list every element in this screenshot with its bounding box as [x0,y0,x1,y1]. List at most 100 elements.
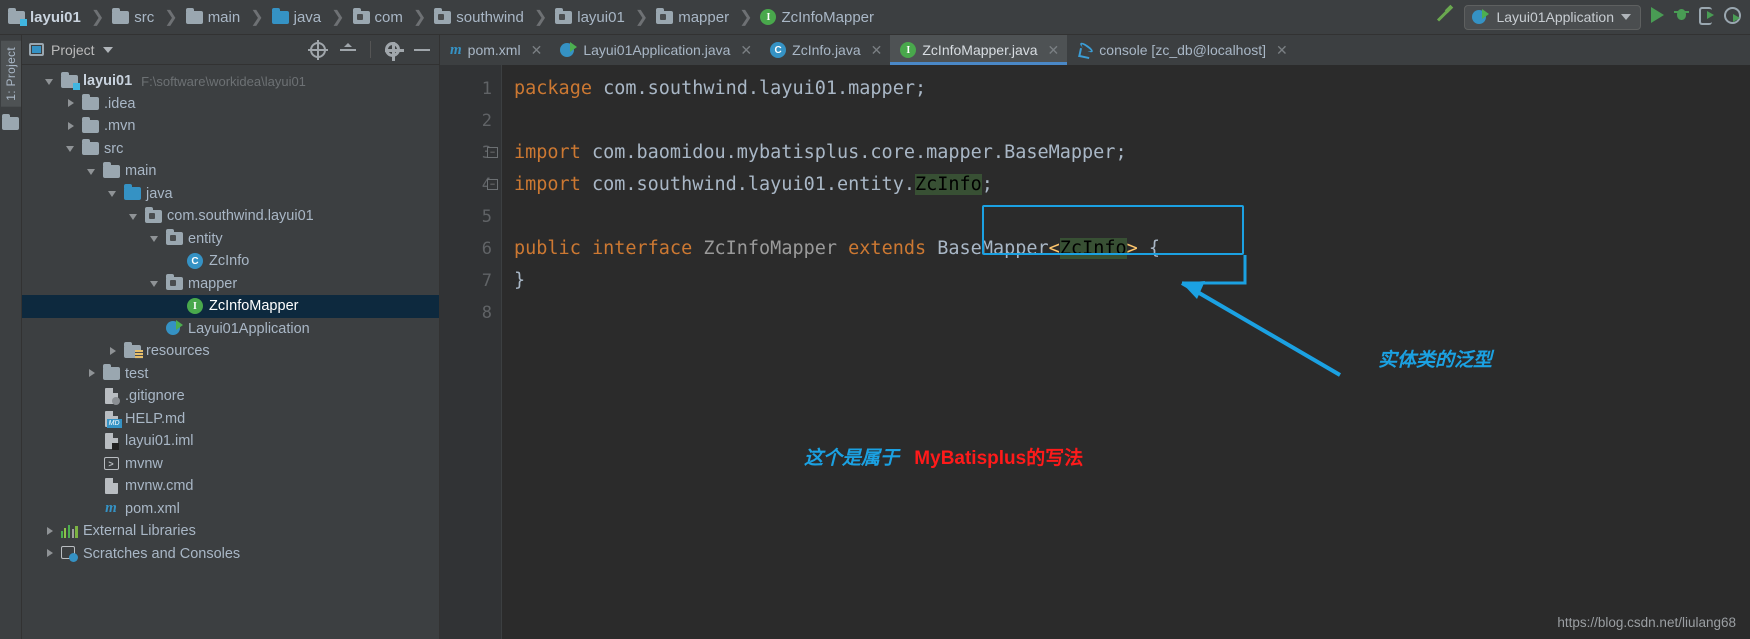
chevron-down-icon[interactable] [44,75,57,88]
code-line[interactable] [514,201,1750,233]
tree-node-layui01-iml[interactable]: layui01.iml [22,430,439,453]
tree-node--mvn[interactable]: .mvn [22,115,439,138]
breadcrumb-item-southwind[interactable]: southwind [432,7,526,26]
close-icon[interactable]: ✕ [1048,42,1060,59]
breadcrumb-item-layui01[interactable]: layui01 [6,7,83,26]
tree-node-zcinfo[interactable]: C ZcInfo [22,250,439,273]
run-with-profiler-icon[interactable] [1699,7,1714,27]
chevron-down-icon[interactable] [128,210,141,223]
code-fold-icon[interactable]: − [487,179,498,190]
chevron-down-icon[interactable] [149,232,162,245]
tree-node-layui01application[interactable]: Layui01Application [22,318,439,341]
hammer-icon[interactable] [1436,6,1454,29]
close-icon[interactable]: ✕ [871,42,883,59]
tree-node-main[interactable]: main [22,160,439,183]
chevron-right-icon[interactable] [44,547,57,560]
scroll-from-source-icon[interactable] [308,39,328,60]
tree-node-scratches-and-consoles[interactable]: Scratches and Consoles [22,543,439,566]
code-line[interactable] [514,105,1750,137]
breadcrumb-item-zcinfomapper[interactable]: I ZcInfoMapper [758,9,876,26]
chevron-right-icon[interactable] [86,367,99,380]
folder-icon[interactable] [2,113,19,135]
tree-node-label: java [146,185,173,202]
breadcrumb-item-main[interactable]: main [184,7,243,26]
tree-node-mapper[interactable]: mapper [22,273,439,296]
top-navigation-bar: layui01 ❯ src ❯ main ❯ java ❯ com ❯ southwind ❯ layu… [0,0,1750,35]
chevron-right-icon[interactable] [65,97,78,110]
project-view-icon [29,43,44,56]
breadcrumb-item-java[interactable]: java [270,7,324,26]
watermark: https://blog.csdn.net/liulang68 [1557,615,1736,630]
tab-label: Layui01Application.java [583,42,731,58]
tree-node-label: com.southwind.layui01 [167,208,314,224]
chevron-down-icon[interactable] [86,165,99,178]
tree-node-label: pom.xml [125,500,180,517]
breadcrumb-label: com [374,8,403,26]
tree-node-entity[interactable]: entity [22,228,439,251]
tree-node-mvnw[interactable]: > mvnw [22,453,439,476]
tree-node-label: entity [188,230,223,247]
gear-icon[interactable] [385,42,404,61]
chevron-down-icon[interactable] [107,187,120,200]
package-icon [165,274,183,291]
tree-node-resources[interactable]: resources [22,340,439,363]
sidebar-item-project[interactable]: 1: Project [0,41,21,107]
resources-folder-icon [123,341,143,359]
code-line[interactable]: public interface ZcInfoMapper extends Ba… [514,233,1750,265]
chevron-down-icon[interactable] [102,46,113,53]
breadcrumb-item-src[interactable]: src [110,7,156,26]
tree-node-java[interactable]: java [22,183,439,206]
breadcrumb-separator: ❯ [412,9,427,26]
debug-bug-icon[interactable] [1674,7,1689,27]
line-number: 8 [481,303,492,323]
code-content[interactable]: package com.southwind.layui01.mapper; imp… [502,65,1750,639]
tab-layui01application-java[interactable]: Layui01Application.java ✕ [550,35,760,65]
code-line[interactable]: import com.baomidou.mybatisplus.core.map… [514,137,1750,169]
run-icon[interactable] [1651,6,1664,28]
close-icon[interactable]: ✕ [531,42,543,59]
chevron-right-icon[interactable] [65,120,78,133]
tree-node--gitignore[interactable]: .gitignore [22,385,439,408]
collapse-all-icon[interactable] [340,42,356,58]
tab-label: console [zc_db@localhost] [1099,42,1267,58]
chevron-down-icon[interactable] [65,142,78,155]
tree-node-help-md[interactable]: MD HELP.md [22,408,439,431]
cmd-file-icon [104,478,118,495]
code-line[interactable]: package com.southwind.layui01.mapper; [514,73,1750,105]
breadcrumb-item-mapper[interactable]: mapper [654,7,731,26]
code-line[interactable]: import com.southwind.layui01.entity.ZcIn… [514,169,1750,201]
tree-node-pom-xml[interactable]: m pom.xml [22,498,439,521]
chevron-right-icon[interactable] [107,345,120,358]
tab-console-zc-db-localhost-[interactable]: console [zc_db@localhost] ✕ [1067,35,1295,65]
chevron-right-icon[interactable] [44,525,57,538]
code-fold-icon[interactable]: − [487,147,498,158]
run-configuration-selector[interactable]: Layui01Application [1464,4,1641,30]
tree-node-label: .gitignore [125,388,185,404]
chevron-down-icon[interactable] [149,277,162,290]
tree-node-external-libraries[interactable]: External Libraries [22,520,439,543]
tab-zcinfo-java[interactable]: C ZcInfo.java ✕ [760,35,890,65]
code-line[interactable]: } [514,265,1750,297]
code-line[interactable] [514,297,1750,329]
tab-zcinfomapper-java[interactable]: I ZcInfoMapper.java ✕ [890,35,1068,65]
code-token: import [514,142,581,163]
tree-node-src[interactable]: src [22,138,439,161]
tree-node--idea[interactable]: .idea [22,93,439,116]
breadcrumb-item-com[interactable]: com [351,7,405,26]
tree-node-layui01[interactable]: layui01 F:\software\workidea\layui01 [22,70,439,93]
tree-node-mvnw-cmd[interactable]: mvnw.cmd [22,475,439,498]
close-icon[interactable]: ✕ [1276,42,1288,59]
package-icon [165,274,183,291]
run-with-coverage-icon[interactable] [1724,6,1741,28]
tree-node-test[interactable]: test [22,363,439,386]
code-token: ZcInfo [914,174,982,195]
code-editor[interactable]: 12345678−− package com.southwind.layui01… [440,65,1750,639]
close-icon[interactable]: ✕ [740,42,752,59]
tab-pom-xml[interactable]: m pom.xml ✕ [440,35,550,65]
hide-icon[interactable] [414,48,430,51]
tree-node-zcinfomapper[interactable]: I ZcInfoMapper [22,295,439,318]
tree-node-com-southwind-layui01[interactable]: com.southwind.layui01 [22,205,439,228]
breadcrumb-separator: ❯ [533,9,548,26]
breadcrumb-item-layui01[interactable]: layui01 [553,7,627,26]
